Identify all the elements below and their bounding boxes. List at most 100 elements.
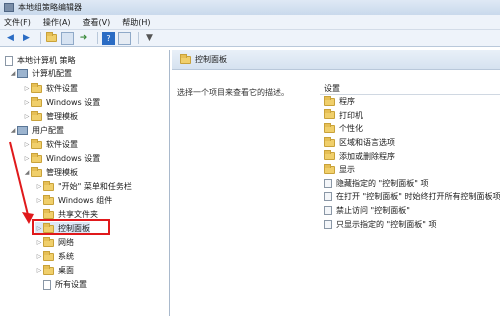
collapse-icon[interactable]: ◢ bbox=[9, 70, 17, 77]
list-item[interactable]: 程序 bbox=[320, 95, 500, 109]
toolbar-divider bbox=[40, 32, 41, 44]
list-item-label: 隐藏指定的 "控制面板" 项 bbox=[336, 178, 429, 188]
app-icon bbox=[4, 3, 14, 12]
collapse-icon[interactable]: ◢ bbox=[9, 127, 17, 134]
setting-icon bbox=[324, 178, 332, 188]
policy-icon bbox=[5, 55, 13, 66]
folder-icon bbox=[324, 136, 335, 147]
tree-network[interactable]: ▷ 网络 bbox=[35, 236, 74, 249]
user-icon bbox=[17, 126, 28, 135]
folder-icon bbox=[31, 138, 42, 149]
list-item[interactable]: 隐藏指定的 "控制面板" 项 bbox=[320, 177, 500, 191]
details-title: 控制面板 bbox=[195, 55, 227, 64]
list-item-label: 显示 bbox=[339, 165, 355, 175]
tree-start-menu[interactable]: ▷ "开始" 菜单和任务栏 bbox=[35, 180, 132, 193]
tree-system[interactable]: ▷ 系统 bbox=[35, 250, 74, 263]
folder-icon bbox=[324, 109, 335, 120]
tree-computer-config[interactable]: ◢ 计算机配置 bbox=[9, 67, 72, 80]
tree-label: Windows 设置 bbox=[46, 98, 101, 107]
folder-icon bbox=[31, 96, 42, 107]
folder-icon bbox=[324, 150, 335, 161]
tree-label: "开始" 菜单和任务栏 bbox=[58, 182, 132, 191]
highlight-box bbox=[32, 219, 110, 235]
folder-icon bbox=[31, 82, 42, 93]
window-title: 本地组策略编辑器 bbox=[18, 3, 82, 12]
list-item-label: 禁止访问 "控制面板" bbox=[336, 206, 410, 216]
tree-label: 桌面 bbox=[58, 266, 74, 275]
tree-all-settings[interactable]: 所有设置 bbox=[35, 278, 87, 291]
tree-label: 软件设置 bbox=[46, 140, 78, 149]
list-item[interactable]: 只显示指定的 "控制面板" 项 bbox=[320, 217, 500, 231]
list-item-label: 添加或删除程序 bbox=[339, 151, 395, 161]
folder-icon bbox=[180, 53, 191, 64]
list-item[interactable]: 区域和语言选项 bbox=[320, 136, 500, 150]
expand-icon[interactable]: ▷ bbox=[35, 183, 43, 190]
tree-label: 所有设置 bbox=[55, 280, 87, 289]
list-item[interactable]: 禁止访问 "控制面板" bbox=[320, 204, 500, 218]
tree-user-windows[interactable]: ▷ Windows 设置 bbox=[23, 152, 100, 165]
expand-icon[interactable]: ▷ bbox=[35, 253, 43, 260]
expand-icon[interactable]: ▷ bbox=[23, 113, 31, 120]
list-item-label: 个性化 bbox=[339, 124, 363, 134]
setting-icon bbox=[324, 206, 332, 216]
export-icon[interactable]: ➜ bbox=[77, 32, 90, 45]
tree-label: 计算机配置 bbox=[32, 69, 72, 78]
tree-desktop[interactable]: ▷ 桌面 bbox=[35, 264, 74, 277]
tree-computer-windows[interactable]: ▷ Windows 设置 bbox=[23, 96, 100, 109]
tree-pane: 本地计算机 策略 ◢ 计算机配置 ▷ 软件设置 ▷ Windows 设置 ▷ 管… bbox=[3, 50, 170, 316]
tree-label: Windows 组件 bbox=[58, 196, 113, 205]
properties-icon[interactable] bbox=[118, 31, 131, 45]
show-tree-icon[interactable] bbox=[61, 31, 74, 45]
list-item-label: 区域和语言选项 bbox=[339, 138, 395, 148]
tree-user-admin[interactable]: ◢ 管理模板 bbox=[23, 166, 78, 179]
settings-icon bbox=[43, 279, 51, 290]
description-text: 选择一个项目来查看它的描述。 bbox=[177, 88, 289, 97]
tree-computer-software[interactable]: ▷ 软件设置 bbox=[23, 82, 78, 95]
tree-label: 软件设置 bbox=[46, 84, 78, 93]
list-item[interactable]: 打印机 bbox=[320, 109, 500, 123]
folder-icon bbox=[31, 152, 42, 163]
help-icon[interactable]: ? bbox=[102, 31, 115, 45]
list-item[interactable]: 在打开 "控制面板" 时始终打开所有控制面板项 bbox=[320, 190, 500, 204]
computer-icon bbox=[17, 69, 28, 78]
tree-user-software[interactable]: ▷ 软件设置 bbox=[23, 138, 78, 151]
toolbar-divider bbox=[97, 32, 98, 44]
collapse-icon[interactable]: ◢ bbox=[23, 169, 31, 176]
list-item-label: 在打开 "控制面板" 时始终打开所有控制面板项 bbox=[336, 192, 500, 202]
tree-label: 网络 bbox=[58, 238, 74, 247]
setting-icon bbox=[324, 219, 332, 229]
expand-icon[interactable]: ▷ bbox=[35, 267, 43, 274]
menu-bar: 文件(F) 操作(A) 查看(V) 帮助(H) bbox=[0, 15, 500, 30]
menu-help[interactable]: 帮助(H) bbox=[122, 17, 150, 28]
tree-windows-components[interactable]: ▷ Windows 组件 bbox=[35, 194, 112, 207]
menu-file[interactable]: 文件(F) bbox=[4, 17, 31, 28]
toolbar-divider bbox=[138, 32, 139, 44]
expand-icon[interactable]: ▷ bbox=[23, 99, 31, 106]
tree-root[interactable]: 本地计算机 策略 bbox=[5, 54, 76, 67]
list-item[interactable]: 个性化 bbox=[320, 122, 500, 136]
list-item-label: 程序 bbox=[339, 97, 355, 107]
list-item-label: 打印机 bbox=[339, 110, 363, 120]
setting-icon bbox=[324, 192, 332, 202]
tree-computer-admin[interactable]: ▷ 管理模板 bbox=[23, 110, 78, 123]
tree-label: 系统 bbox=[58, 252, 74, 261]
menu-view[interactable]: 查看(V) bbox=[83, 17, 111, 28]
expand-icon[interactable]: ▷ bbox=[23, 155, 31, 162]
tree-user-config[interactable]: ◢ 用户配置 bbox=[9, 124, 64, 137]
folder-icon bbox=[31, 110, 42, 121]
folder-icon bbox=[324, 95, 335, 106]
list-item[interactable]: 添加或删除程序 bbox=[320, 149, 500, 163]
back-icon[interactable]: ◀ bbox=[4, 32, 17, 45]
filter-icon[interactable]: ▼ bbox=[143, 32, 156, 45]
expand-icon[interactable]: ▷ bbox=[35, 239, 43, 246]
expand-icon[interactable]: ▷ bbox=[23, 141, 31, 148]
folder-up-icon[interactable] bbox=[45, 32, 58, 45]
folder-icon bbox=[31, 166, 42, 177]
expand-icon[interactable]: ▷ bbox=[23, 85, 31, 92]
folder-icon bbox=[43, 208, 54, 219]
list-item[interactable]: 显示 bbox=[320, 163, 500, 177]
menu-action[interactable]: 操作(A) bbox=[43, 17, 71, 28]
column-header-setting[interactable]: 设置 bbox=[320, 82, 500, 95]
forward-icon[interactable]: ▶ bbox=[20, 32, 33, 45]
expand-icon[interactable]: ▷ bbox=[35, 197, 43, 204]
